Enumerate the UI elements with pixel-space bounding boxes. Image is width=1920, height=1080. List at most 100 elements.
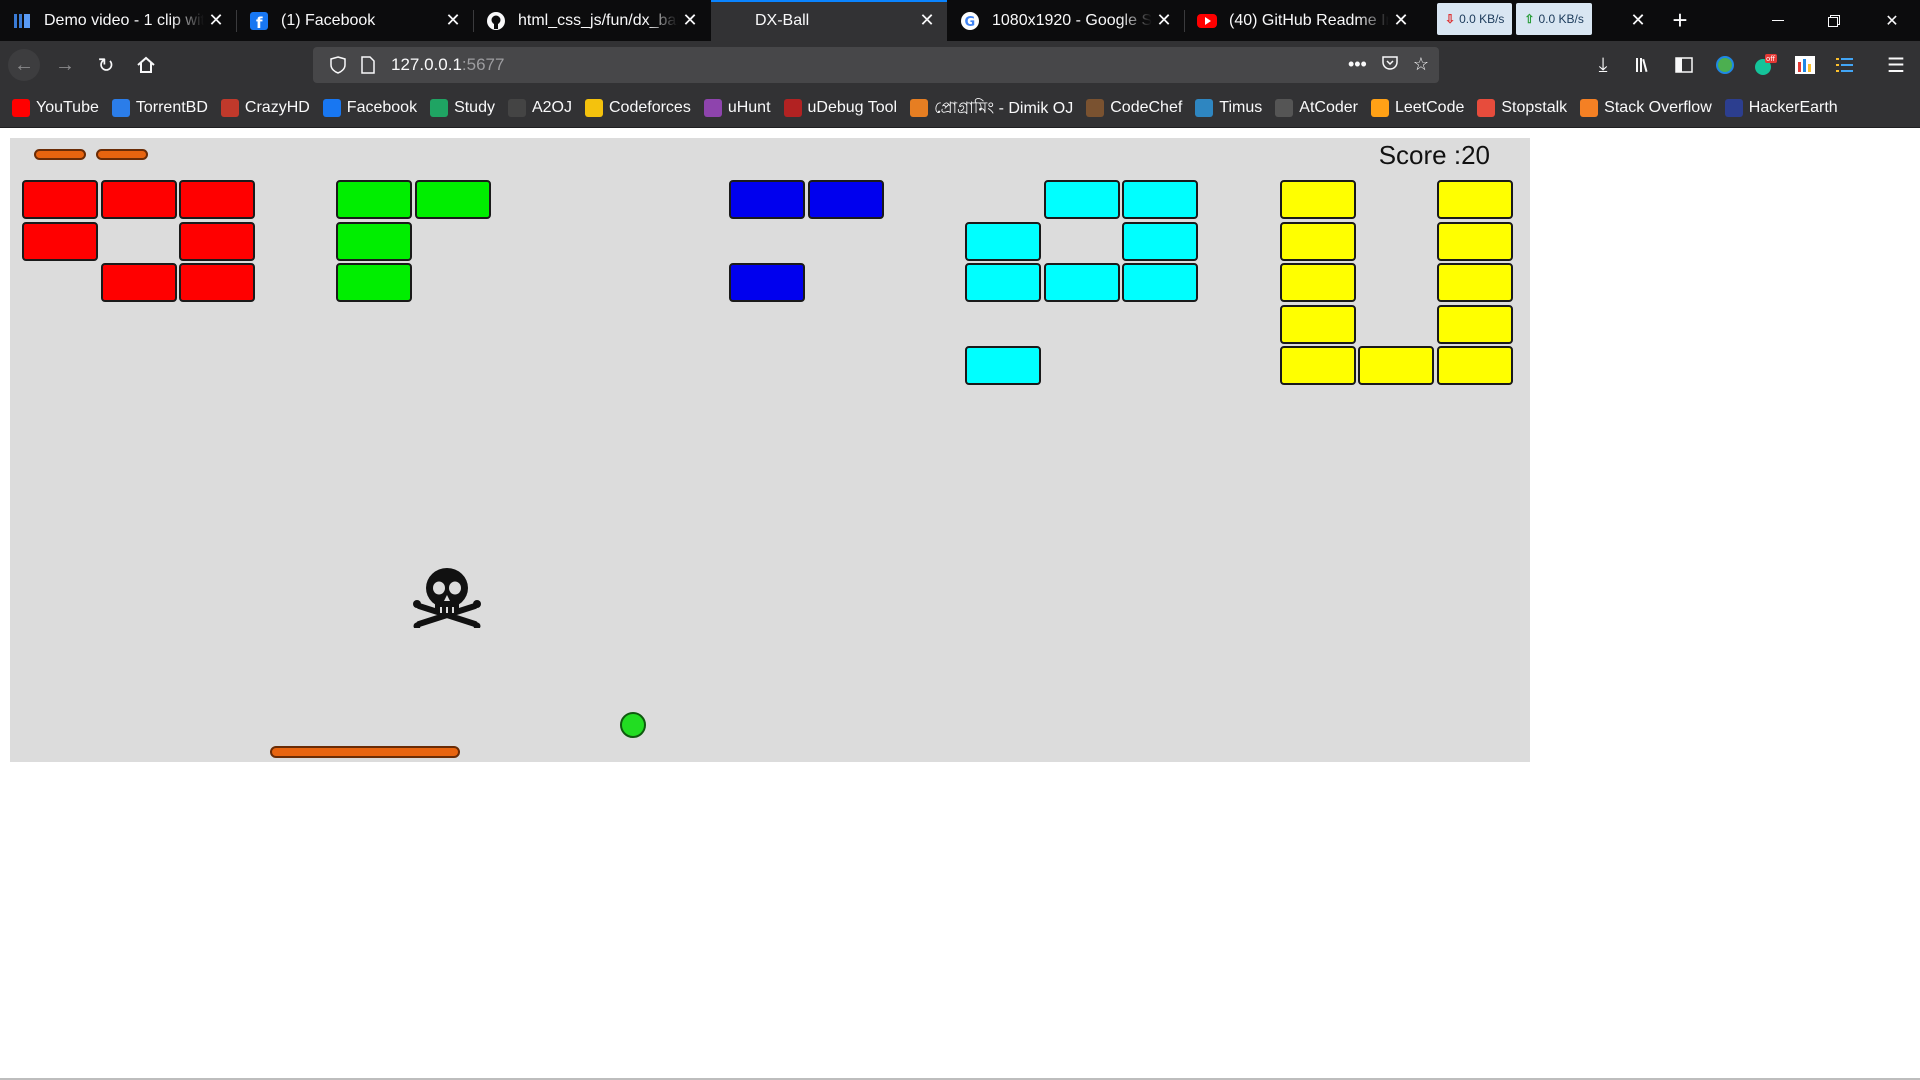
close-icon[interactable]: ✕	[441, 9, 465, 33]
back-button[interactable]: ←	[8, 49, 40, 81]
bookmark-stopstalk[interactable]: Stopstalk	[1477, 99, 1567, 117]
life-indicator	[34, 149, 86, 160]
library-button[interactable]	[1628, 49, 1660, 81]
youtube-icon	[12, 99, 30, 117]
address-bar[interactable]: 127.0.0.1:5677 ••• ☆	[313, 47, 1439, 83]
bookmark-label: YouTube	[36, 99, 99, 116]
brick-red	[101, 180, 177, 219]
tab-strip: Demo video - 1 clip with ✕ f (1) Faceboo…	[0, 0, 1920, 41]
upload-speed: ⇧ 0.0 KB/s	[1516, 3, 1592, 35]
stopstalk-icon	[1477, 99, 1496, 117]
bookmark-facebook[interactable]: Facebook	[322, 99, 418, 117]
brick-yellow	[1280, 305, 1356, 344]
sidebar-icon	[1675, 57, 1693, 73]
tab-title: Demo video - 1 clip with	[44, 11, 204, 29]
a2oj-icon	[507, 99, 526, 117]
minimize-button[interactable]	[1750, 0, 1806, 41]
navigation-toolbar: ← → ↻ 127.0.0.1:5677 ••• ☆ ⤓ off ☰	[0, 41, 1920, 89]
new-tab-button[interactable]: +	[1664, 4, 1696, 36]
paddle[interactable]	[270, 746, 460, 758]
bookmark-crazyhd[interactable]: CrazyHD	[220, 99, 310, 117]
tab-title: DX-Ball	[755, 11, 810, 29]
close-window-button[interactable]: ✕	[1864, 0, 1920, 41]
page-info-icon[interactable]	[353, 56, 383, 74]
brick-blue	[729, 180, 805, 219]
bookmark-stack-overflow[interactable]: Stack Overflow	[1580, 99, 1712, 117]
brick-cyan	[965, 263, 1041, 302]
bookmark-udebug-tool[interactable]: uDebug Tool	[783, 99, 897, 117]
forward-button[interactable]: →	[49, 49, 81, 81]
tab-demo-video[interactable]: Demo video - 1 clip with ✕	[0, 0, 236, 41]
tab-google-search[interactable]: G 1080x1920 - Google Search ✕	[948, 0, 1184, 41]
bookmark-uhunt[interactable]: uHunt	[703, 99, 771, 117]
brick-yellow	[1437, 346, 1513, 385]
tab-title: 1080x1920 - Google Search	[992, 11, 1152, 29]
brick-red	[101, 263, 177, 302]
bookmark-label: Stopstalk	[1501, 99, 1568, 116]
codechef-icon	[1086, 99, 1105, 117]
home-icon	[137, 56, 155, 73]
star-bookmark-icon[interactable]: ☆	[1413, 54, 1429, 77]
blank-page-icon	[723, 11, 743, 31]
grammarly-icon: off	[1755, 54, 1777, 75]
close-icon[interactable]: ✕	[1626, 9, 1650, 33]
bookmark-label: LeetCode	[1394, 99, 1465, 116]
bookmark-codeforces[interactable]: Codeforces	[585, 99, 691, 117]
page-content: Score :20	[0, 128, 1920, 1080]
extension-globe-button[interactable]	[1709, 49, 1741, 81]
close-icon[interactable]: ✕	[204, 9, 228, 33]
brick-cyan	[1122, 180, 1198, 219]
arrow-up-icon: ⇧	[1524, 12, 1535, 26]
bookmark-label: CodeChef	[1110, 99, 1183, 116]
github-icon	[486, 11, 506, 31]
brick-cyan	[1122, 222, 1198, 261]
bookmark-leetcode[interactable]: LeetCode	[1370, 99, 1465, 117]
tab-title: (1) Facebook	[281, 11, 376, 29]
bookmark-study[interactable]: Study	[430, 99, 495, 117]
bookmark-torrentbd[interactable]: TorrentBD	[111, 99, 208, 117]
extension-list-button[interactable]	[1829, 49, 1861, 81]
bookmarks-toolbar: YouTube TorrentBD CrazyHD Facebook Study A2OJ…	[0, 89, 1920, 128]
brick-cyan	[965, 222, 1041, 261]
tab-youtube[interactable]: (40) GitHub Readme Images ✕	[1185, 0, 1421, 41]
bookmark-timus[interactable]: Timus	[1195, 99, 1262, 117]
bookmark-a2oj[interactable]: A2OJ	[507, 99, 572, 117]
pocket-icon[interactable]	[1381, 54, 1399, 77]
tracking-protection-shield-icon[interactable]	[323, 56, 353, 74]
tab-dx-ball[interactable]: DX-Ball ✕	[711, 0, 947, 41]
home-button[interactable]	[130, 49, 162, 81]
bookmark-label: AtCoder	[1299, 99, 1358, 116]
extension-chart-button[interactable]	[1789, 49, 1821, 81]
sidebar-button[interactable]	[1668, 49, 1700, 81]
brick-cyan	[965, 346, 1041, 385]
bookmark-hackerearth[interactable]: HackerEarth	[1724, 99, 1838, 117]
page-actions-icon[interactable]: •••	[1348, 54, 1367, 77]
brick-cyan	[1044, 263, 1120, 302]
restore-button[interactable]	[1806, 0, 1862, 41]
arrow-down-icon: ⇩	[1445, 12, 1456, 26]
close-icon[interactable]: ✕	[678, 9, 702, 33]
close-icon[interactable]: ✕	[1152, 9, 1176, 33]
menu-button[interactable]: ☰	[1880, 49, 1912, 81]
download-icon: ⤓	[1598, 53, 1608, 76]
life-indicator	[96, 149, 148, 160]
brick-red	[22, 222, 98, 261]
close-icon[interactable]: ✕	[915, 9, 939, 33]
tab-facebook[interactable]: f (1) Facebook ✕	[237, 0, 473, 41]
brick-blue	[729, 263, 805, 302]
bookmark-codechef[interactable]: CodeChef	[1086, 99, 1182, 117]
bookmark-dimik-oj[interactable]: প্রোগ্রামিং - Dimik OJ	[910, 95, 1073, 122]
arrow-right-icon: →	[55, 53, 75, 76]
bookmark-label: Facebook	[346, 99, 418, 116]
bar-chart-icon	[1795, 56, 1815, 74]
downloads-button[interactable]: ⤓	[1587, 49, 1619, 81]
game-canvas[interactable]: Score :20	[10, 138, 1530, 762]
brick-red	[179, 263, 255, 302]
udebug-icon	[783, 99, 802, 117]
bookmark-youtube[interactable]: YouTube	[12, 99, 99, 117]
tab-github-dx-ball[interactable]: html_css_js/fun/dx_ball at ✕	[474, 0, 710, 41]
bookmark-atcoder[interactable]: AtCoder	[1275, 99, 1358, 117]
close-icon[interactable]: ✕	[1389, 9, 1413, 33]
grammarly-extension-button[interactable]: off	[1749, 49, 1781, 81]
reload-button[interactable]: ↻	[90, 49, 122, 81]
